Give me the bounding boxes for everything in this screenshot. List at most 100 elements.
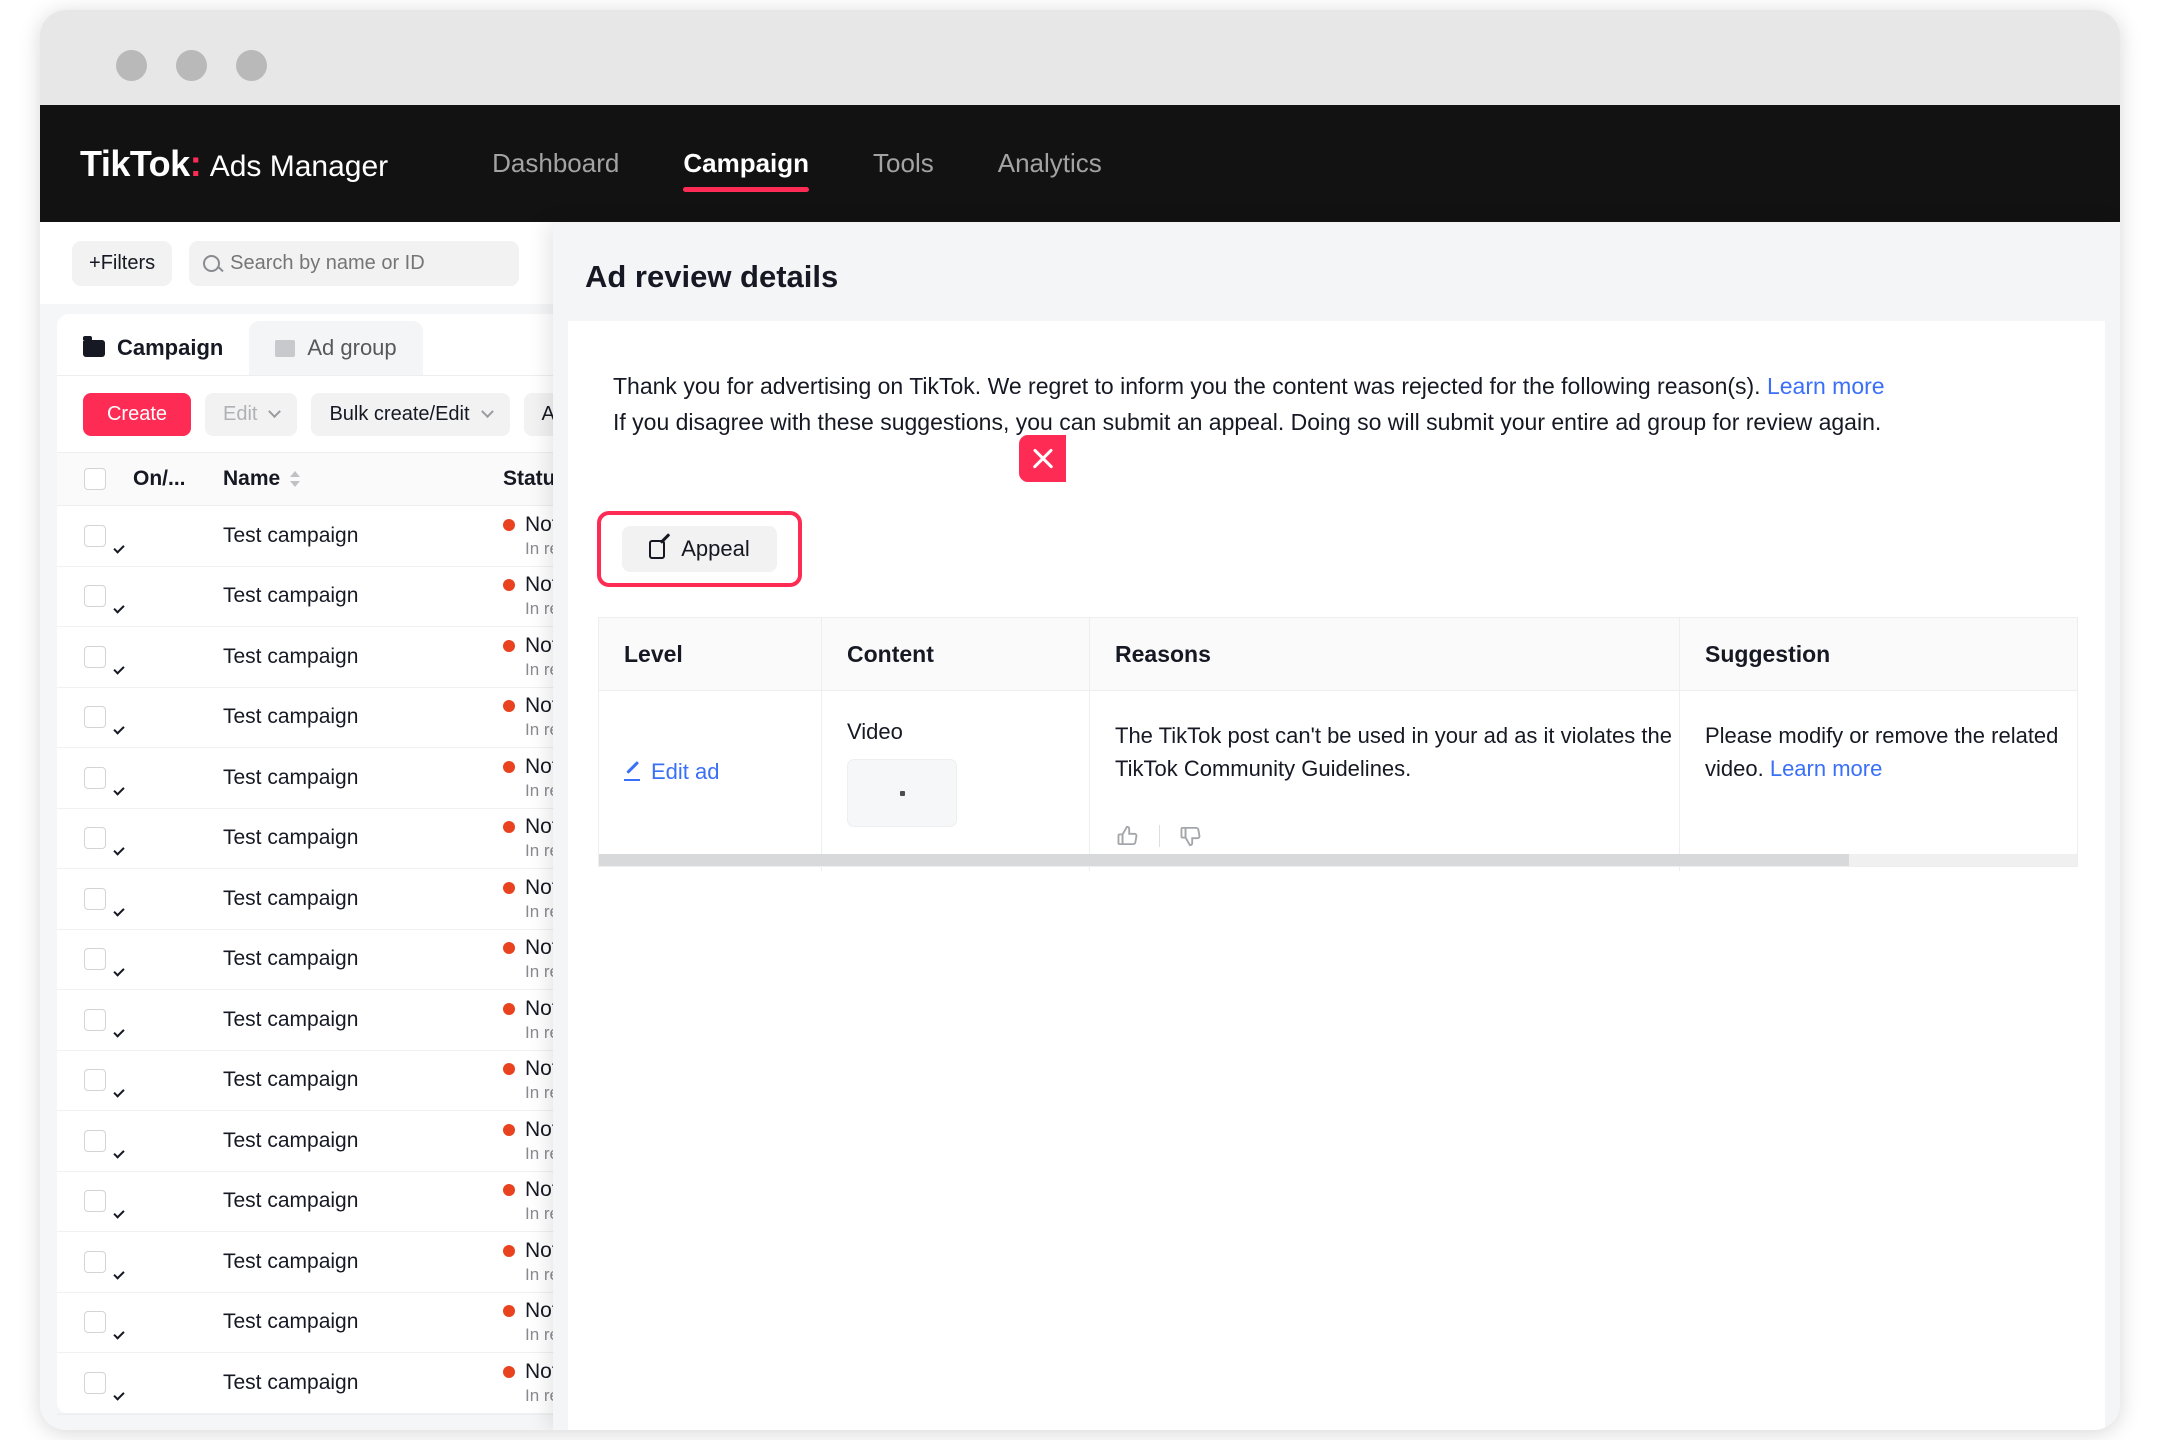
- edit-ad-label: Edit ad: [651, 759, 720, 784]
- select-all-checkbox[interactable]: [57, 468, 133, 490]
- window-close-dot[interactable]: [116, 50, 147, 81]
- tiktok-ads-manager-logo[interactable]: TikTok: Ads Manager: [80, 143, 388, 185]
- status-dot-icon: [503, 942, 515, 955]
- status-dot-icon: [503, 881, 515, 894]
- row-name: Test campaign: [223, 947, 359, 971]
- folder-icon: [83, 335, 105, 357]
- rating-divider: [1159, 825, 1160, 847]
- browser-window: TikTok: Ads Manager Dashboard Campaign T…: [40, 10, 2120, 1430]
- appeal-button[interactable]: Appeal: [622, 526, 777, 572]
- status-dot-icon: [503, 1365, 515, 1378]
- top-navbar: TikTok: Ads Manager Dashboard Campaign T…: [40, 105, 2120, 222]
- cell-suggestion: Please modify or remove the related vide…: [1679, 691, 2077, 871]
- row-name: Test campaign: [223, 886, 359, 910]
- row-name: Test campaign: [223, 1068, 359, 1092]
- review-table-header: Level Content Reasons Suggestion: [599, 618, 2077, 691]
- nav-item-tools[interactable]: Tools: [841, 105, 966, 222]
- modal-intro-text: Thank you for advertising on TikTok. We …: [613, 369, 2013, 440]
- search-input[interactable]: [230, 251, 506, 275]
- row-name: Test campaign: [223, 1128, 359, 1152]
- search-box[interactable]: [189, 240, 520, 286]
- window-maximize-dot[interactable]: [236, 50, 267, 81]
- thumbs-down-icon[interactable]: [1178, 823, 1204, 849]
- thumbs-up-icon[interactable]: [1115, 823, 1141, 849]
- tiktok-colon-icon: :: [189, 142, 202, 184]
- status-dot-icon: [503, 579, 515, 592]
- learn-more-link-intro[interactable]: Learn more: [1767, 373, 1885, 399]
- appeal-edit-icon: [649, 533, 671, 560]
- window-minimize-dot[interactable]: [176, 50, 207, 81]
- nav-links: Dashboard Campaign Tools Analytics: [460, 105, 1134, 222]
- status-dot-icon: [503, 518, 515, 531]
- create-button[interactable]: Create: [83, 392, 191, 436]
- search-icon: [203, 254, 221, 272]
- modal-title: Ad review details: [585, 259, 839, 294]
- status-dot-icon: [503, 1002, 515, 1015]
- bulk-label: Bulk create/Edit: [329, 402, 470, 425]
- tab-ad-group-label: Ad group: [307, 335, 397, 360]
- close-modal-button[interactable]: [1019, 435, 1066, 482]
- row-name: Test campaign: [223, 584, 359, 608]
- row-name: Test campaign: [223, 826, 359, 850]
- row-name: Test campaign: [223, 1370, 359, 1394]
- nav-item-analytics[interactable]: Analytics: [966, 105, 1134, 222]
- edit-label: Edit: [223, 402, 258, 425]
- intro-line1: Thank you for advertising on TikTok. We …: [613, 373, 1767, 399]
- column-header-name[interactable]: Name: [223, 467, 503, 491]
- tab-campaign-label: Campaign: [117, 335, 224, 360]
- status-dot-icon: [503, 821, 515, 834]
- col-header-content: Content: [821, 618, 1089, 690]
- row-name: Test campaign: [223, 705, 359, 729]
- table-horizontal-scrollbar[interactable]: [599, 854, 2077, 866]
- ad-review-table: Level Content Reasons Suggestion Edit ad: [598, 617, 2078, 871]
- video-thumbnail[interactable]: [847, 759, 957, 827]
- row-name: Test campaign: [223, 1249, 359, 1273]
- chevron-down-icon: [268, 404, 282, 418]
- scrollbar-thumb[interactable]: [599, 854, 1849, 866]
- status-dot-icon: [503, 639, 515, 652]
- row-name: Test campaign: [223, 644, 359, 668]
- col-header-level: Level: [624, 640, 683, 667]
- status-dot-icon: [503, 1063, 515, 1076]
- row-name: Test campaign: [223, 1310, 359, 1334]
- cell-reasons: The TikTok post can't be used in your ad…: [1089, 691, 1679, 871]
- edit-ad-link[interactable]: Edit ad: [624, 759, 720, 785]
- row-name: Test campaign: [223, 523, 359, 547]
- modal-body: Thank you for advertising on TikTok. We …: [568, 321, 2105, 1430]
- tab-ad-group[interactable]: Ad group: [249, 321, 423, 375]
- col-header-suggestion: Suggestion: [1679, 618, 2077, 690]
- tab-campaign[interactable]: Campaign: [57, 321, 249, 375]
- chevron-down-icon: [480, 404, 494, 418]
- appeal-highlight-box: Appeal: [597, 511, 802, 587]
- col-header-reasons: Reasons: [1089, 618, 1679, 690]
- window-titlebar: [40, 10, 2120, 105]
- ads-manager-label: Ads Manager: [209, 149, 389, 183]
- status-dot-icon: [503, 700, 515, 713]
- plus-icon: +: [89, 251, 101, 274]
- appeal-label: Appeal: [681, 536, 750, 561]
- ad-group-icon: [275, 339, 296, 357]
- bulk-create-edit-button[interactable]: Bulk create/Edit: [311, 392, 510, 436]
- nav-item-campaign[interactable]: Campaign: [651, 105, 841, 222]
- sort-icon[interactable]: [290, 470, 301, 488]
- cell-content: Video: [821, 691, 1089, 871]
- feedback-rating-row: [1115, 823, 1679, 849]
- status-dot-icon: [503, 1184, 515, 1197]
- ad-review-details-modal: Ad review details Thank you for advertis…: [553, 223, 2120, 1430]
- nav-item-dashboard[interactable]: Dashboard: [460, 105, 651, 222]
- suggestion-text: Please modify or remove the related vide…: [1705, 719, 2077, 785]
- status-dot-icon: [503, 1244, 515, 1257]
- learn-more-link-suggestion[interactable]: Learn more: [1770, 756, 1883, 781]
- status-dot-icon: [503, 1123, 515, 1136]
- intro-line2: If you disagree with these suggestions, …: [613, 408, 1882, 435]
- row-name: Test campaign: [223, 765, 359, 789]
- review-table-row: Edit ad Video The TikTok post can't be u…: [599, 691, 2077, 871]
- column-header-onoff[interactable]: On/...: [133, 467, 223, 491]
- filters-button[interactable]: + Filters: [72, 240, 173, 286]
- cell-level: Edit ad: [599, 691, 821, 871]
- tiktok-wordmark: TikTok: [80, 142, 190, 184]
- edit-button[interactable]: Edit: [205, 392, 298, 436]
- pencil-icon: [624, 763, 642, 781]
- status-dot-icon: [503, 1305, 515, 1318]
- row-name: Test campaign: [223, 1189, 359, 1213]
